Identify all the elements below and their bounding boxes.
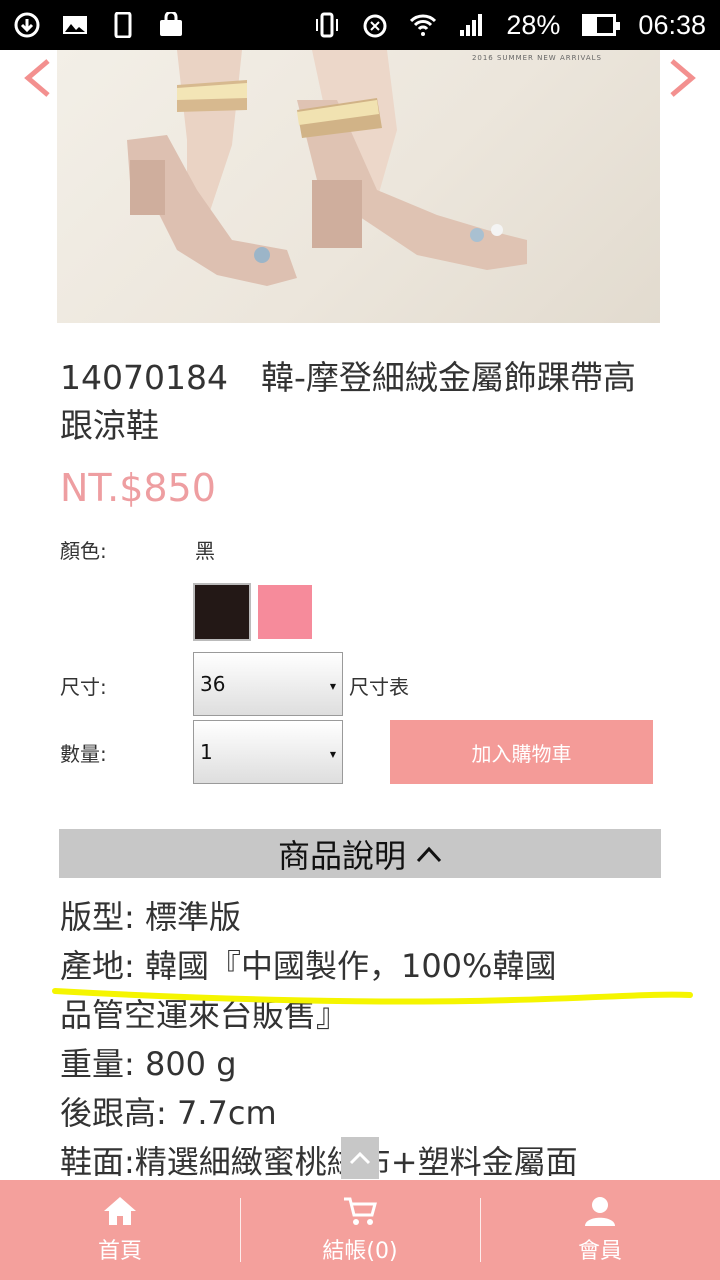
cart-icon [344,1197,377,1225]
size-select-value: 36 [200,672,226,696]
description-line: 版型: 標準版 [60,898,241,936]
quantity-select-value: 1 [200,740,213,764]
prev-image-button[interactable] [20,58,54,98]
color-swatch-black[interactable] [193,583,251,641]
status-left [14,12,184,38]
size-table-link[interactable]: 尺寸表 [349,671,409,700]
image-icon [63,16,87,34]
quantity-select[interactable]: 1 ▼ [193,720,343,784]
product-title: 14070184 韓-摩登細絨金屬飾踝帶高跟涼鞋 [60,358,636,445]
chevron-up-icon [349,1151,371,1165]
alarm-icon [363,14,387,38]
vibrate-icon [316,12,339,38]
next-image-button[interactable] [666,58,700,98]
wifi-icon [410,14,437,36]
status-bar: 28% 06:38 [0,0,720,50]
signal-icon [460,14,483,36]
color-value: 黑 [195,539,215,563]
dropdown-caret-icon: ▼ [329,750,336,759]
description-line: 產地: 韓國『中國製作，100%韓國 [60,947,557,985]
product-price: NT.$850 [60,466,216,510]
description-line: 重量: 800 g [60,1045,237,1083]
clock: 06:38 [638,9,706,40]
hero-caption: 2016 SUMMER NEW ARRIVALS [471,54,602,62]
bottom-nav: 首頁 結帳(0) 會員 [0,1180,720,1280]
download-icon [14,12,40,38]
description-toggle[interactable]: 商品說明 [59,829,661,878]
product-image[interactable]: 2016 SUMMER NEW ARRIVALS [57,50,660,323]
quantity-label: 數量: [60,742,107,766]
nav-checkout-label: 結帳(0) [322,1239,398,1264]
nav-home[interactable]: 首頁 [0,1180,240,1280]
description-line: 後跟高: 7.7cm [60,1094,277,1132]
nav-home-label: 首頁 [97,1239,142,1264]
color-label: 顏色: [60,539,107,563]
chevron-right-icon [670,59,696,97]
highlight-underline [52,988,693,1005]
home-icon [104,1197,136,1225]
size-label: 尺寸: [60,675,107,699]
nav-member-label: 會員 [577,1239,622,1264]
battery-percent: 28% [506,9,561,40]
chevron-left-icon [24,59,50,97]
battery-icon [582,14,621,36]
color-swatch-pink[interactable] [258,585,312,639]
dropdown-caret-icon: ▼ [329,682,336,691]
user-icon [585,1197,615,1226]
nav-member[interactable]: 會員 [480,1180,720,1280]
size-select[interactable]: 36 ▼ [193,652,343,716]
sandals-illustration [127,50,527,286]
nav-checkout[interactable]: 結帳(0) [240,1180,480,1280]
description-header: 商品說明 [277,836,406,875]
shopping-bag-icon [160,12,182,36]
scroll-to-top-button[interactable] [341,1137,379,1179]
add-to-cart-button[interactable]: 加入購物車 [390,720,653,784]
chevron-up-icon [416,846,442,862]
phone-icon [114,12,132,38]
status-right: 28% 06:38 [314,10,706,41]
